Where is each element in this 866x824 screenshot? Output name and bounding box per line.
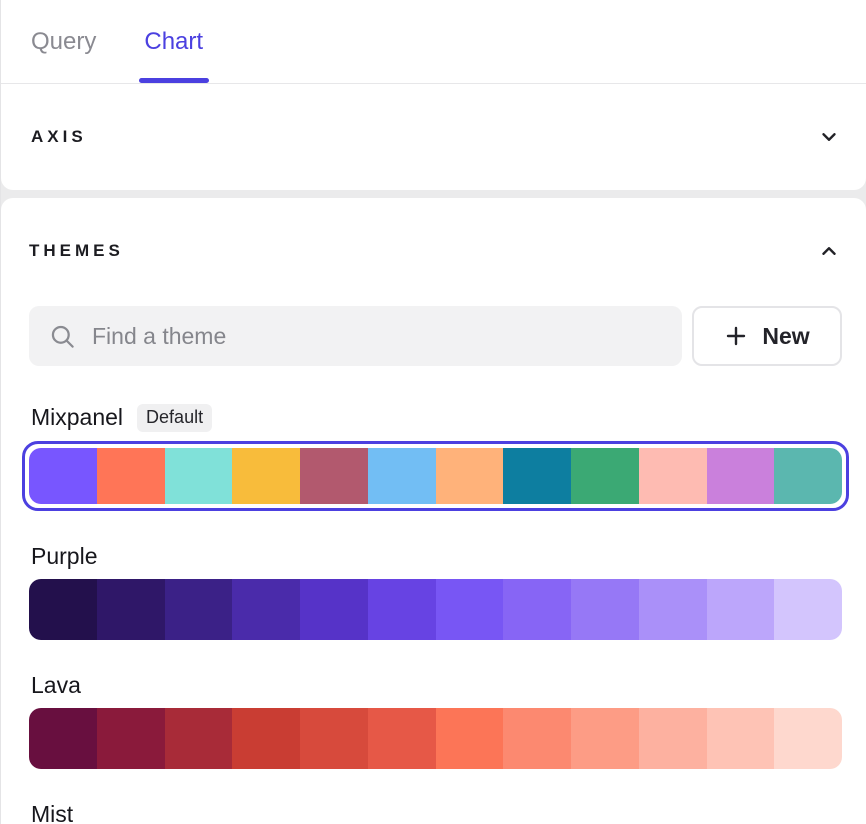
color-swatch [639, 448, 707, 504]
swatch-row [29, 448, 842, 504]
themes-toolbar: New [29, 306, 842, 366]
theme-list-item: Purple [29, 543, 842, 640]
color-swatch [232, 579, 300, 640]
color-swatch [436, 708, 504, 769]
search-icon [49, 323, 76, 350]
theme-palette[interactable] [22, 441, 849, 511]
new-theme-button[interactable]: New [692, 306, 842, 366]
color-swatch [571, 448, 639, 504]
color-swatch [707, 579, 775, 640]
color-swatch [639, 708, 707, 769]
axis-section-title: AXIS [31, 127, 87, 147]
color-swatch [97, 579, 165, 640]
color-swatch [503, 708, 571, 769]
color-swatch [97, 448, 165, 504]
color-swatch [774, 448, 842, 504]
color-swatch [774, 708, 842, 769]
color-swatch [368, 579, 436, 640]
tabs-bar: Query Chart [1, 0, 866, 84]
theme-search-box[interactable] [29, 306, 682, 366]
section-divider-gap [1, 190, 866, 198]
axis-section-header[interactable]: AXIS [1, 84, 866, 190]
color-swatch [707, 708, 775, 769]
color-swatch [232, 708, 300, 769]
chevron-down-icon[interactable] [818, 126, 840, 148]
theme-palette[interactable] [29, 708, 842, 769]
color-swatch [165, 579, 233, 640]
theme-name: Mist [31, 801, 73, 824]
theme-name: Mixpanel [31, 404, 123, 431]
chevron-up-icon[interactable] [818, 240, 840, 262]
color-swatch [29, 448, 97, 504]
theme-palette[interactable] [29, 579, 842, 640]
color-swatch [503, 579, 571, 640]
theme-name: Lava [31, 672, 81, 699]
color-swatch [571, 579, 639, 640]
color-swatch [232, 448, 300, 504]
color-swatch [300, 708, 368, 769]
tab-chart-label: Chart [144, 28, 203, 56]
plus-icon [724, 324, 748, 348]
themes-section-title: THEMES [29, 241, 124, 261]
theme-name: Purple [31, 543, 97, 570]
theme-default-badge: Default [137, 404, 212, 432]
color-swatch [165, 708, 233, 769]
chart-settings-panel: Query Chart AXIS THEMES New [0, 0, 866, 824]
swatch-row [29, 708, 842, 769]
color-swatch [300, 448, 368, 504]
theme-label-row: Lava [29, 672, 842, 699]
color-swatch [165, 448, 233, 504]
active-tab-underline [139, 78, 209, 83]
color-swatch [436, 579, 504, 640]
color-swatch [436, 448, 504, 504]
theme-search-input[interactable] [92, 323, 662, 350]
theme-list: Mixpanel Default Purple Lava Mist [29, 404, 842, 824]
color-swatch [503, 448, 571, 504]
color-swatch [639, 579, 707, 640]
color-swatch [300, 579, 368, 640]
themes-section-header[interactable]: THEMES [29, 240, 842, 262]
theme-list-item: Mist [29, 801, 842, 824]
theme-list-item: Mixpanel Default [29, 404, 842, 511]
theme-label-row: Mist [29, 801, 842, 824]
color-swatch [571, 708, 639, 769]
themes-section: THEMES New Mixpanel Default Purple [1, 198, 866, 824]
color-swatch [774, 579, 842, 640]
new-theme-button-label: New [762, 323, 809, 350]
tab-chart[interactable]: Chart [144, 0, 203, 83]
color-swatch [368, 708, 436, 769]
color-swatch [29, 579, 97, 640]
color-swatch [97, 708, 165, 769]
theme-list-item: Lava [29, 672, 842, 769]
swatch-row [29, 579, 842, 640]
theme-label-row: Mixpanel Default [29, 404, 842, 432]
tab-query[interactable]: Query [31, 0, 96, 83]
color-swatch [29, 708, 97, 769]
theme-label-row: Purple [29, 543, 842, 570]
color-swatch [368, 448, 436, 504]
color-swatch [707, 448, 775, 504]
